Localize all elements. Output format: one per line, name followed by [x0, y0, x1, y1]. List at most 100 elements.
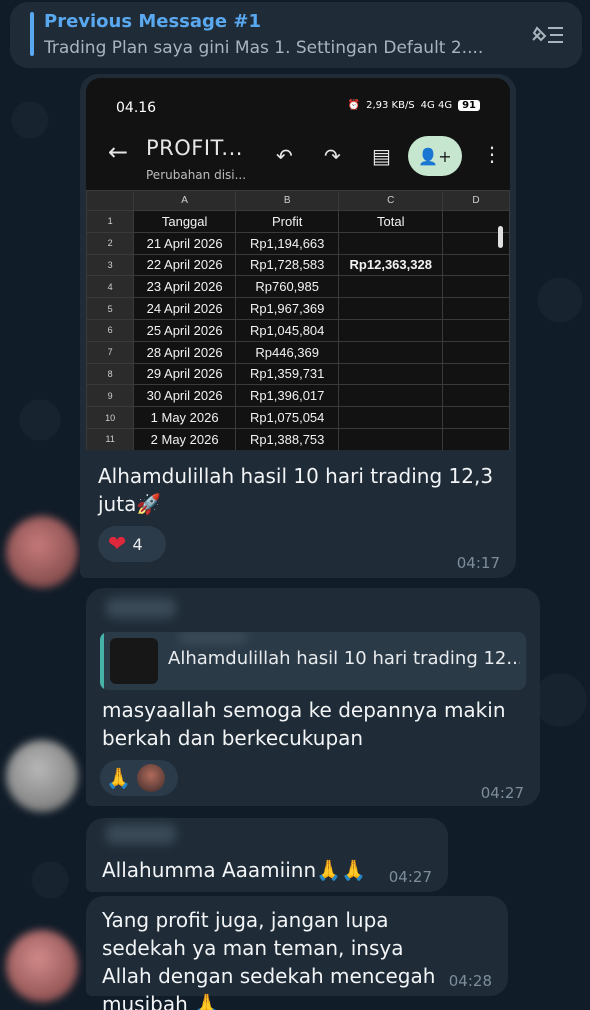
cell-total	[338, 340, 444, 364]
sender-name	[106, 598, 176, 618]
pinned-accent-bar	[30, 12, 34, 56]
cell-profit: Rp1,388,753	[234, 427, 340, 450]
cell-profit: Rp1,045,804	[234, 318, 340, 342]
reaction-heart[interactable]: ❤ 4	[98, 526, 166, 562]
sheet-subtitle: Perubahan disi...	[146, 168, 247, 182]
table-row: 4 23 April 2026 Rp760,985	[86, 275, 510, 299]
cell-total	[338, 406, 444, 429]
message-time: 04:27	[480, 784, 524, 802]
cell-date: 23 April 2026	[133, 275, 236, 299]
column-header: A	[133, 190, 236, 211]
row-number: 10	[86, 406, 135, 429]
cell-empty	[442, 253, 510, 277]
unpin-list-icon[interactable]	[530, 22, 566, 48]
cell-date: 1 May 2026	[133, 406, 236, 429]
row-number: 3	[86, 253, 135, 277]
message-text: Allahumma Aaamiinn🙏🙏	[102, 858, 366, 882]
cell-profit: Rp1,194,663	[234, 231, 340, 255]
table-row: 8 29 April 2026 Rp1,359,731	[86, 362, 510, 386]
cell-total	[338, 384, 444, 408]
cell-date: 2 May 2026	[133, 427, 236, 450]
cell-empty	[442, 406, 510, 429]
avatar[interactable]	[6, 930, 78, 1002]
row-number: 2	[86, 231, 135, 255]
status-time: 04.16	[116, 100, 157, 116]
message-text: Yang profit juga, jangan lupa sedekah ya…	[102, 908, 436, 1010]
spreadsheet-table: A B C D 1 Tanggal Profit Total 2 21 Apri…	[86, 190, 510, 450]
cell-total	[338, 362, 444, 386]
message-text: Alhamdulillah hasil 10 hari trading 12,3…	[98, 464, 494, 516]
table-row: 5 24 April 2026 Rp1,967,369	[86, 297, 510, 320]
row-number: 5	[86, 297, 135, 320]
cell-date: 21 April 2026	[133, 231, 236, 255]
cell-total	[338, 427, 444, 450]
redo-icon: ↷	[324, 144, 341, 168]
row-number: 9	[86, 384, 135, 408]
message-bubble[interactable]: 04.16 ⏰ 2,93 KB/S 4G 4G 91 ← PROFIT... P…	[80, 74, 516, 578]
pinned-message-bar[interactable]: Previous Message #1 Trading Plan saya gi…	[10, 2, 582, 68]
reply-accent-bar	[100, 632, 104, 690]
undo-icon: ↶	[276, 144, 293, 168]
message-bubble[interactable]: Yang profit juga, jangan lupa sedekah ya…	[86, 896, 508, 1010]
column-header: B	[234, 190, 340, 211]
cell-date: 28 April 2026	[133, 340, 236, 364]
spreadsheet-screenshot-image[interactable]: 04.16 ⏰ 2,93 KB/S 4G 4G 91 ← PROFIT... P…	[86, 78, 510, 450]
cell-date: 29 April 2026	[133, 362, 236, 386]
column-header-row: A B C D	[86, 190, 510, 211]
cell-date: 22 April 2026	[133, 253, 236, 277]
sheet-scrollbar	[498, 226, 503, 248]
cell-profit: Rp1,075,054	[234, 406, 340, 429]
reaction-pray[interactable]: 🙏	[100, 760, 178, 796]
pinned-preview: Trading Plan saya gini Mas 1. Settingan …	[44, 38, 484, 58]
table-row: 7 28 April 2026 Rp446,369	[86, 340, 510, 364]
cell-date: 30 April 2026	[133, 384, 236, 408]
cell-empty	[442, 427, 510, 450]
table-row: 3 22 April 2026 Rp1,728,583 Rp12,363,328	[86, 253, 510, 277]
cell-total: Total	[338, 210, 444, 233]
cell-total	[338, 275, 444, 299]
cell-profit: Rp1,359,731	[234, 362, 340, 386]
cell-total	[338, 297, 444, 320]
table-row: 6 25 April 2026 Rp1,045,804	[86, 318, 510, 342]
add-person-icon: 👤+	[408, 136, 462, 176]
avatar	[136, 764, 165, 792]
row-number: 4	[86, 275, 135, 299]
cell-profit: Rp1,967,369	[234, 297, 340, 320]
cell-profit: Rp1,396,017	[234, 384, 340, 408]
cell-empty	[442, 362, 510, 386]
row-number: 8	[86, 362, 135, 386]
more-vert-icon: ⋮	[482, 142, 502, 166]
message-bubble[interactable]: Allahumma Aaamiinn🙏🙏 04:27	[86, 818, 448, 892]
avatar[interactable]	[6, 516, 78, 588]
cell-total	[338, 318, 444, 342]
cell-date: 24 April 2026	[133, 297, 236, 320]
cell-profit: Rp760,985	[234, 275, 340, 299]
alarm-icon: ⏰	[347, 100, 361, 111]
corner-cell	[86, 190, 135, 211]
avatar[interactable]	[6, 740, 78, 812]
cell-empty	[442, 384, 510, 408]
column-header: D	[442, 190, 510, 211]
message-bubble[interactable]: Alhamdulillah hasil 10 hari trading 12..…	[86, 588, 540, 806]
table-row: 1 Tanggal Profit Total	[86, 210, 510, 233]
battery-icon: 91	[458, 100, 480, 111]
cell-profit: Profit	[234, 210, 340, 233]
reply-thumbnail	[110, 638, 158, 684]
cell-total	[338, 231, 444, 255]
cell-profit: Rp446,369	[234, 340, 340, 364]
pray-icon: 🙏	[106, 766, 131, 790]
sender-name	[106, 824, 176, 844]
cell-profit: Rp1,728,583	[234, 253, 340, 277]
message-time: 04:27	[388, 868, 432, 886]
net-speed: 2,93 KB/S	[366, 100, 415, 111]
message-time: 04:28	[448, 972, 492, 990]
cell-empty	[442, 275, 510, 299]
row-number: 7	[86, 340, 135, 364]
table-row: 10 1 May 2026 Rp1,075,054	[86, 406, 510, 429]
cell-empty	[442, 297, 510, 320]
signal-icon: 4G 4G	[420, 100, 453, 111]
comment-icon: ▤	[372, 144, 391, 168]
reply-preview[interactable]: Alhamdulillah hasil 10 hari trading 12..…	[100, 632, 526, 690]
reaction-count: 4	[132, 534, 143, 554]
reply-text: Alhamdulillah hasil 10 hari trading 12..…	[168, 648, 520, 669]
